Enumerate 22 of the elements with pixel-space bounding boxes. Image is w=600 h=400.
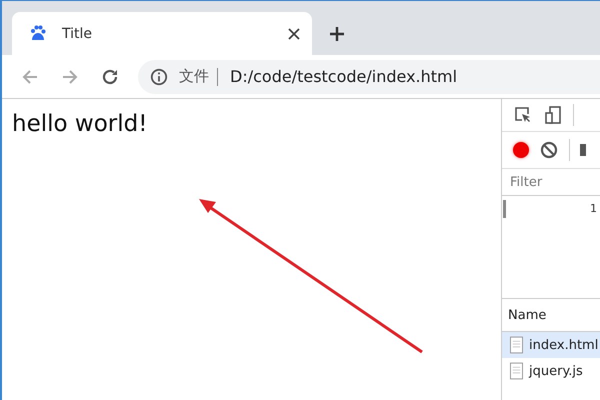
new-tab-icon[interactable] [330,27,344,41]
request-name: index.html [529,338,598,352]
record-button[interactable] [513,142,529,158]
column-header[interactable]: Name [508,308,546,322]
page-heading: hello world! [12,111,148,137]
clear-icon[interactable] [539,140,559,160]
close-icon[interactable] [288,28,300,40]
device-icon[interactable] [543,105,563,125]
address-bar[interactable]: 文件 D:/code/testcode/index.html [138,60,600,94]
request-row[interactable]: index.html [502,332,600,358]
timeline-handle[interactable] [503,200,506,218]
address-label: 文件 [179,67,209,86]
info-icon[interactable] [150,68,168,86]
request-name: jquery.js [529,364,583,378]
file-icon [510,336,523,354]
file-icon [510,362,523,380]
browser-tab[interactable]: Title [12,12,312,55]
cursor-icon[interactable] [513,105,533,125]
timeline-tick: 1 [590,202,597,215]
tab-title: Title [62,26,94,42]
request-row[interactable]: jquery.js [502,358,600,384]
address-text: D:/code/testcode/index.html [230,67,458,86]
